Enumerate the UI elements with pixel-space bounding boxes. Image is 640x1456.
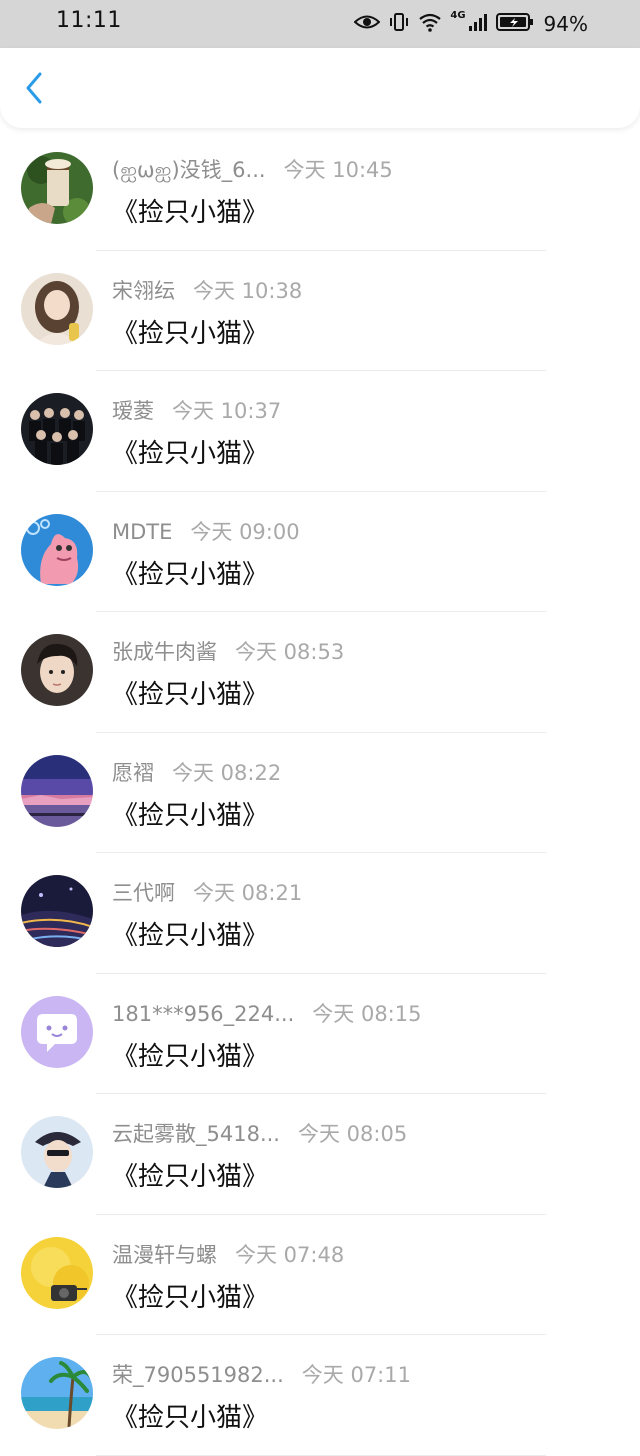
sender-name[interactable]: 宋翎纭 (112, 275, 175, 305)
sender-name[interactable]: 181***956_224... (112, 1002, 294, 1026)
list-item[interactable]: 181***956_224... 今天 08:15 《捡只小猫》 (0, 974, 640, 1094)
message-content[interactable]: 《捡只小猫》 (112, 1156, 268, 1193)
message-time: 今天 07:11 (301, 1363, 411, 1387)
status-icons: 4G 94% (353, 10, 588, 38)
list-item[interactable]: 瑷菱 今天 10:37 《捡只小猫》 (0, 371, 640, 492)
message-content[interactable]: 《捡只小猫》 (112, 674, 268, 711)
list-item[interactable]: (ஐωஐ)没钱_6... 今天 10:45 《捡只小猫》 (0, 130, 640, 251)
avatar[interactable] (21, 393, 93, 465)
message-time: 今天 08:22 (172, 760, 282, 785)
message-meta: 温漫轩与螺 今天 07:48 (112, 1239, 344, 1269)
message-meta: (ஐωஐ)没钱_6... 今天 10:45 (112, 154, 393, 185)
message-time: 今天 10:38 (193, 278, 303, 303)
message-content[interactable]: 《捡只小猫》 (112, 1036, 268, 1073)
list-item[interactable]: 张成牛肉酱 今天 08:53 《捡只小猫》 (0, 612, 640, 733)
list-item[interactable]: 荣_790551982... 今天 07:11 《捡只小猫》 (0, 1335, 640, 1456)
sender-name[interactable]: 云起雾散_5418... (112, 1118, 280, 1148)
signal-icon (468, 12, 488, 36)
message-meta: 三代啊 今天 08:21 (112, 877, 302, 907)
message-meta: 张成牛肉酱 今天 08:53 (112, 636, 344, 666)
message-content[interactable]: 《捡只小猫》 (112, 795, 268, 832)
message-meta: MDTE 今天 09:00 (112, 516, 300, 546)
list-item[interactable]: 云起雾散_5418... 今天 08:05 《捡只小猫》 (0, 1094, 640, 1215)
avatar[interactable] (21, 272, 93, 345)
avatar[interactable] (21, 634, 93, 706)
avatar[interactable] (21, 875, 93, 947)
avatar[interactable] (21, 1116, 93, 1188)
header (0, 48, 640, 128)
eye-icon (353, 13, 381, 35)
network-type-label: 4G (450, 10, 466, 21)
avatar[interactable] (21, 995, 93, 1068)
message-time: 今天 08:05 (297, 1122, 408, 1146)
list-item[interactable]: 温漫轩与螺 今天 07:48 《捡只小猫》 (0, 1215, 640, 1335)
sender-name[interactable]: 温漫轩与螺 (112, 1239, 217, 1269)
message-time: 今天 09:00 (190, 519, 300, 544)
message-content[interactable]: 《捡只小猫》 (112, 433, 268, 470)
message-meta: 宋翎纭 今天 10:38 (112, 275, 302, 305)
sender-name[interactable]: 张成牛肉酱 (112, 636, 217, 666)
list-item[interactable]: 愿褶 今天 08:22 《捡只小猫》 (0, 733, 640, 853)
message-time: 今天 07:48 (235, 1242, 345, 1267)
message-time: 今天 08:15 (312, 1001, 422, 1026)
sender-name[interactable]: MDTE (112, 520, 172, 544)
sender-name[interactable]: (ஐωஐ)没钱_6... (112, 154, 266, 185)
back-button[interactable] (16, 72, 52, 108)
vibrate-icon (388, 11, 410, 37)
battery-icon (495, 12, 534, 36)
message-content[interactable]: 《捡只小猫》 (112, 192, 268, 229)
message-meta: 云起雾散_5418... 今天 08:05 (112, 1118, 407, 1148)
divider (96, 1454, 546, 1456)
message-meta: 瑷菱 今天 10:37 (112, 395, 281, 425)
message-time: 今天 10:37 (172, 399, 282, 423)
message-list: (ஐωஐ)没钱_6... 今天 10:45 《捡只小猫》 宋翎纭 今天 10:3… (0, 130, 640, 1456)
list-item[interactable]: MDTE 今天 09:00 《捡只小猫》 (0, 492, 640, 612)
list-item[interactable]: 三代啊 今天 08:21 《捡只小猫》 (0, 853, 640, 974)
chevron-left-icon (24, 72, 44, 108)
avatar[interactable] (21, 152, 93, 224)
list-item[interactable]: 宋翎纭 今天 10:38 《捡只小猫》 (0, 251, 640, 371)
message-meta: 181***956_224... 今天 08:15 (112, 998, 421, 1028)
message-content[interactable]: 《捡只小猫》 (112, 313, 268, 350)
battery-percentage: 94% (543, 12, 588, 36)
sender-name[interactable]: 荣_790551982... (112, 1359, 284, 1389)
avatar[interactable] (21, 754, 93, 827)
avatar[interactable] (21, 513, 93, 586)
message-content[interactable]: 《捡只小猫》 (112, 1277, 268, 1314)
message-time: 今天 10:45 (283, 158, 393, 182)
status-time: 11:11 (56, 8, 122, 33)
avatar[interactable] (21, 1357, 93, 1429)
message-meta: 荣_790551982... 今天 07:11 (112, 1359, 411, 1389)
message-time: 今天 08:53 (235, 640, 345, 664)
sender-name[interactable]: 三代啊 (112, 877, 175, 907)
status-bar: 11:11 4G 94% (0, 0, 640, 48)
message-time: 今天 08:21 (193, 881, 303, 905)
message-content[interactable]: 《捡只小猫》 (112, 554, 268, 591)
wifi-icon (418, 12, 442, 36)
sender-name[interactable]: 愿褶 (112, 757, 154, 787)
message-content[interactable]: 《捡只小猫》 (112, 1397, 268, 1434)
message-meta: 愿褶 今天 08:22 (112, 757, 281, 787)
message-content[interactable]: 《捡只小猫》 (112, 915, 268, 952)
sender-name[interactable]: 瑷菱 (112, 395, 154, 425)
avatar[interactable] (21, 1236, 93, 1309)
